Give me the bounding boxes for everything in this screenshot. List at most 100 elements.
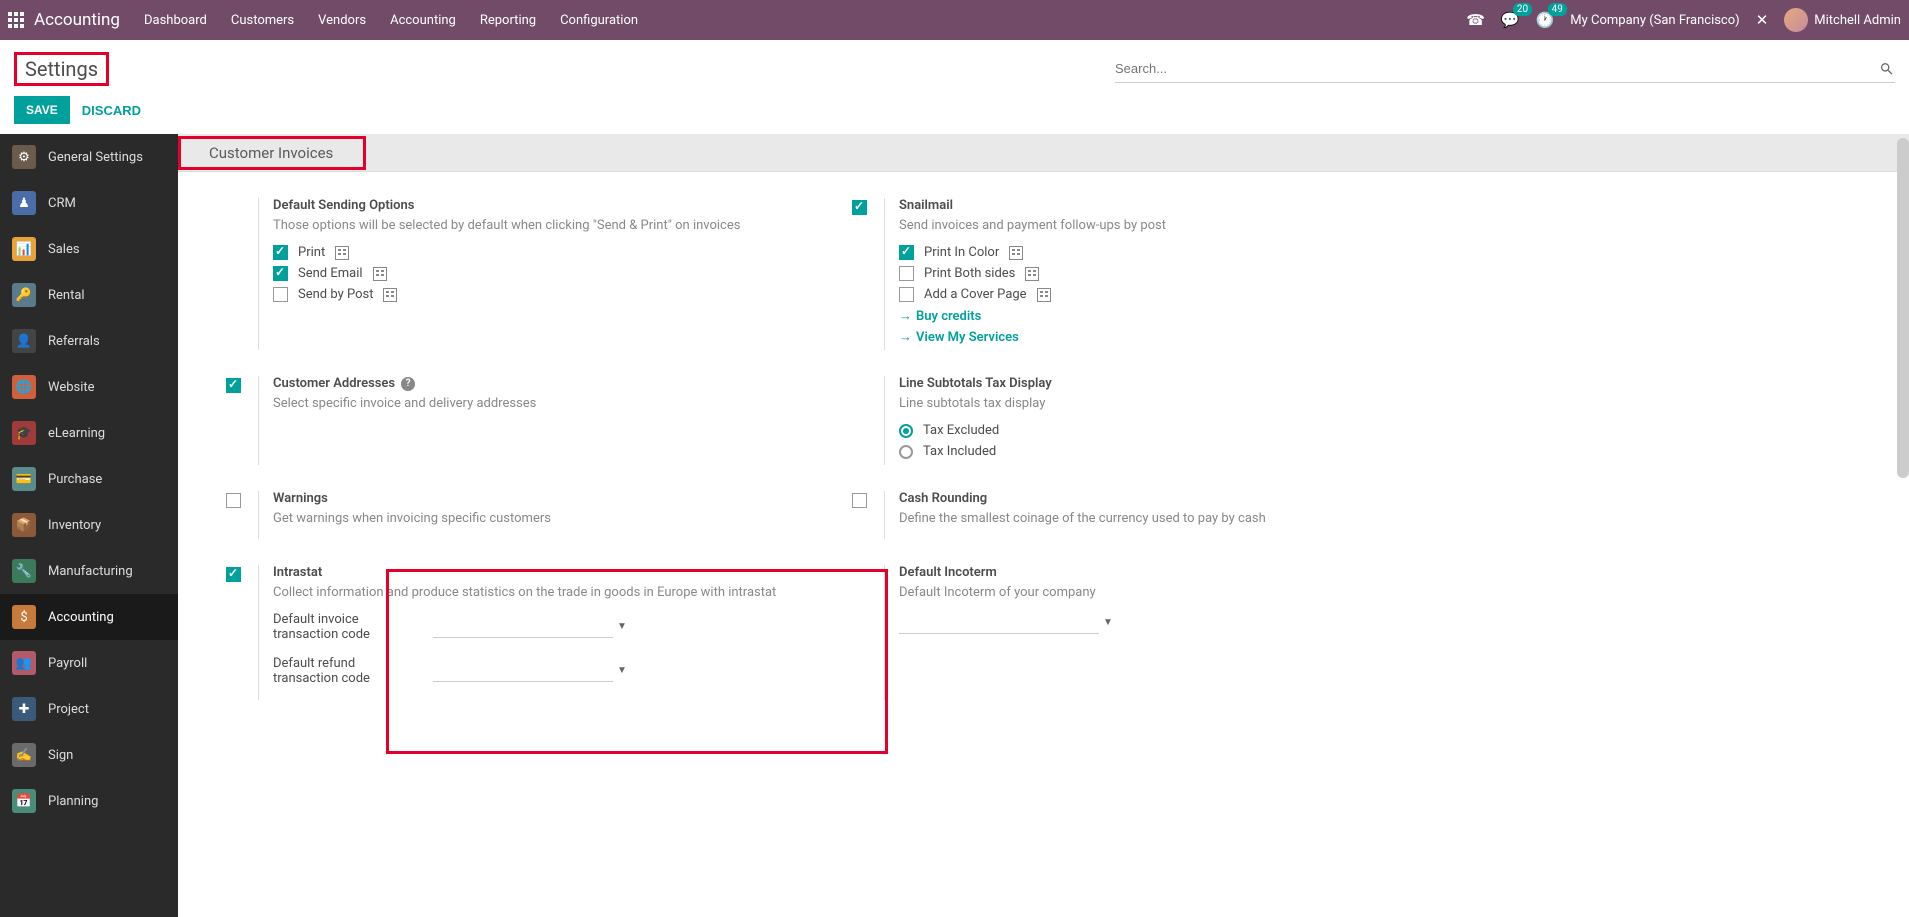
checkbox-snailmail[interactable] xyxy=(852,200,867,215)
search-input[interactable] xyxy=(1115,57,1879,80)
accounting-icon: $ xyxy=(12,605,36,629)
checkbox-customer-addresses[interactable] xyxy=(226,378,241,393)
page-title: Settings xyxy=(25,57,98,81)
messages-icon[interactable]: 💬20 xyxy=(1501,11,1520,29)
field-label: Default invoice transaction code xyxy=(273,612,413,642)
app-brand[interactable]: Accounting xyxy=(34,10,120,30)
sidebar-item-accounting[interactable]: $ Accounting xyxy=(0,594,178,640)
activities-badge: 49 xyxy=(1548,3,1567,16)
rental-icon: 🔑 xyxy=(12,283,36,307)
link-view-services[interactable]: →View My Services xyxy=(899,329,1438,345)
nav-configuration[interactable]: Configuration xyxy=(560,13,638,28)
sidebar-label: Accounting xyxy=(48,610,114,625)
opt-label: Print xyxy=(298,245,325,260)
activities-icon[interactable]: 🕐49 xyxy=(1536,11,1555,29)
action-bar: SAVE DISCARD xyxy=(0,90,1909,134)
setting-intrastat: Intrastat Collect information and produc… xyxy=(226,565,812,700)
sidebar-label: Manufacturing xyxy=(48,564,133,579)
arrow-icon: → xyxy=(899,308,912,324)
chevron-down-icon: ▼ xyxy=(617,665,627,676)
discard-button[interactable]: DISCARD xyxy=(82,103,141,118)
dropdown-invoice-code[interactable] xyxy=(433,616,613,638)
planning-icon: 📅 xyxy=(12,789,36,813)
sidebar-item-general[interactable]: ⚙General Settings xyxy=(0,134,178,180)
sidebar-label: Rental xyxy=(48,288,85,303)
setting-cash-rounding: Cash Rounding Define the smallest coinag… xyxy=(852,491,1438,538)
opt-label: Tax Included xyxy=(923,444,996,459)
chevron-down-icon: ▼ xyxy=(617,621,627,632)
messages-badge: 20 xyxy=(1513,3,1532,16)
sidebar-item-project[interactable]: ✚Project xyxy=(0,686,178,732)
checkbox-intrastat[interactable] xyxy=(226,567,241,582)
building-icon[interactable] xyxy=(383,288,397,302)
payroll-icon: 👥 xyxy=(12,651,36,675)
nav-accounting[interactable]: Accounting xyxy=(390,13,456,28)
nav-dashboard[interactable]: Dashboard xyxy=(144,13,207,28)
sidebar-label: Purchase xyxy=(48,472,102,487)
link-buy-credits[interactable]: →Buy credits xyxy=(899,308,1438,324)
nav-vendors[interactable]: Vendors xyxy=(318,13,366,28)
sidebar-label: Referrals xyxy=(48,334,100,349)
search-icon[interactable] xyxy=(1879,61,1895,77)
settings-sidebar: ⚙General Settings ♟CRM 📊Sales 🔑 Rental 👤 R… xyxy=(0,134,178,917)
sidebar-label: CRM xyxy=(48,196,76,211)
sidebar-item-inventory[interactable]: 📦 Inventory xyxy=(0,502,178,548)
sidebar-item-crm[interactable]: ♟CRM xyxy=(0,180,178,226)
building-icon[interactable] xyxy=(335,246,349,260)
user-menu[interactable]: Mitchell Admin xyxy=(1784,8,1901,32)
referrals-icon: 👤 xyxy=(12,329,36,353)
setting-default-incoterm: Default Incoterm Default Incoterm of you… xyxy=(852,565,1438,700)
top-navbar: Accounting Dashboard Customers Vendors A… xyxy=(0,0,1909,40)
checkbox-print-both[interactable] xyxy=(899,266,914,281)
sidebar-item-rental[interactable]: 🔑 Rental xyxy=(0,272,178,318)
sidebar-item-elearning[interactable]: 🎓eLearning xyxy=(0,410,178,456)
checkbox-cash-rounding[interactable] xyxy=(852,493,867,508)
scrollbar-thumb[interactable] xyxy=(1897,138,1909,478)
user-name: Mitchell Admin xyxy=(1814,13,1901,28)
nav-reporting[interactable]: Reporting xyxy=(480,13,536,28)
checkbox-send-email[interactable] xyxy=(273,266,288,281)
apps-icon[interactable] xyxy=(8,12,24,28)
radio-tax-included[interactable] xyxy=(899,445,913,459)
company-selector[interactable]: My Company (San Francisco) xyxy=(1570,13,1739,28)
sidebar-item-referrals[interactable]: 👤 Referrals xyxy=(0,318,178,364)
save-button[interactable]: SAVE xyxy=(14,96,70,124)
sidebar-label: Project xyxy=(48,702,89,717)
checkbox-send-post[interactable] xyxy=(273,287,288,302)
tools-icon[interactable]: ✕ xyxy=(1756,11,1769,29)
setting-label: Intrastat xyxy=(273,565,812,580)
radio-tax-excluded[interactable] xyxy=(899,424,913,438)
setting-label: Default Incoterm xyxy=(899,565,1438,580)
sidebar-item-purchase[interactable]: 💳Purchase xyxy=(0,456,178,502)
setting-desc: Define the smallest coinage of the curre… xyxy=(899,510,1438,528)
checkbox-print[interactable] xyxy=(273,245,288,260)
dropdown-incoterm[interactable] xyxy=(899,612,1099,634)
sidebar-item-planning[interactable]: 📅 Planning xyxy=(0,778,178,824)
help-icon[interactable]: ? xyxy=(401,377,415,391)
checkbox-print-color[interactable] xyxy=(899,245,914,260)
building-icon[interactable] xyxy=(1025,267,1039,281)
sidebar-item-website[interactable]: 🌐Website xyxy=(0,364,178,410)
checkbox-cover-page[interactable] xyxy=(899,287,914,302)
building-icon[interactable] xyxy=(1009,246,1023,260)
checkbox-warnings[interactable] xyxy=(226,493,241,508)
inventory-icon: 📦 xyxy=(12,513,36,537)
section-title: Customer Invoices xyxy=(209,144,333,162)
nav-customers[interactable]: Customers xyxy=(231,13,294,28)
opt-label: Add a Cover Page xyxy=(924,287,1027,302)
sidebar-label: Website xyxy=(48,380,95,395)
sidebar-item-payroll[interactable]: 👥Payroll xyxy=(0,640,178,686)
building-icon[interactable] xyxy=(1037,288,1051,302)
sidebar-item-sales[interactable]: 📊Sales xyxy=(0,226,178,272)
sidebar-label: Inventory xyxy=(48,518,101,533)
setting-label: Snailmail xyxy=(899,198,1438,213)
sidebar-label: Planning xyxy=(48,794,98,809)
dropdown-refund-code[interactable] xyxy=(433,660,613,682)
setting-desc: Get warnings when invoicing specific cus… xyxy=(273,510,812,528)
support-icon[interactable]: ☎ xyxy=(1466,11,1485,29)
arrow-icon: → xyxy=(899,329,912,345)
search-bar[interactable] xyxy=(1115,55,1895,83)
sidebar-item-sign[interactable]: ✍Sign xyxy=(0,732,178,778)
building-icon[interactable] xyxy=(373,267,387,281)
sidebar-item-manufacturing[interactable]: 🔧Manufacturing xyxy=(0,548,178,594)
